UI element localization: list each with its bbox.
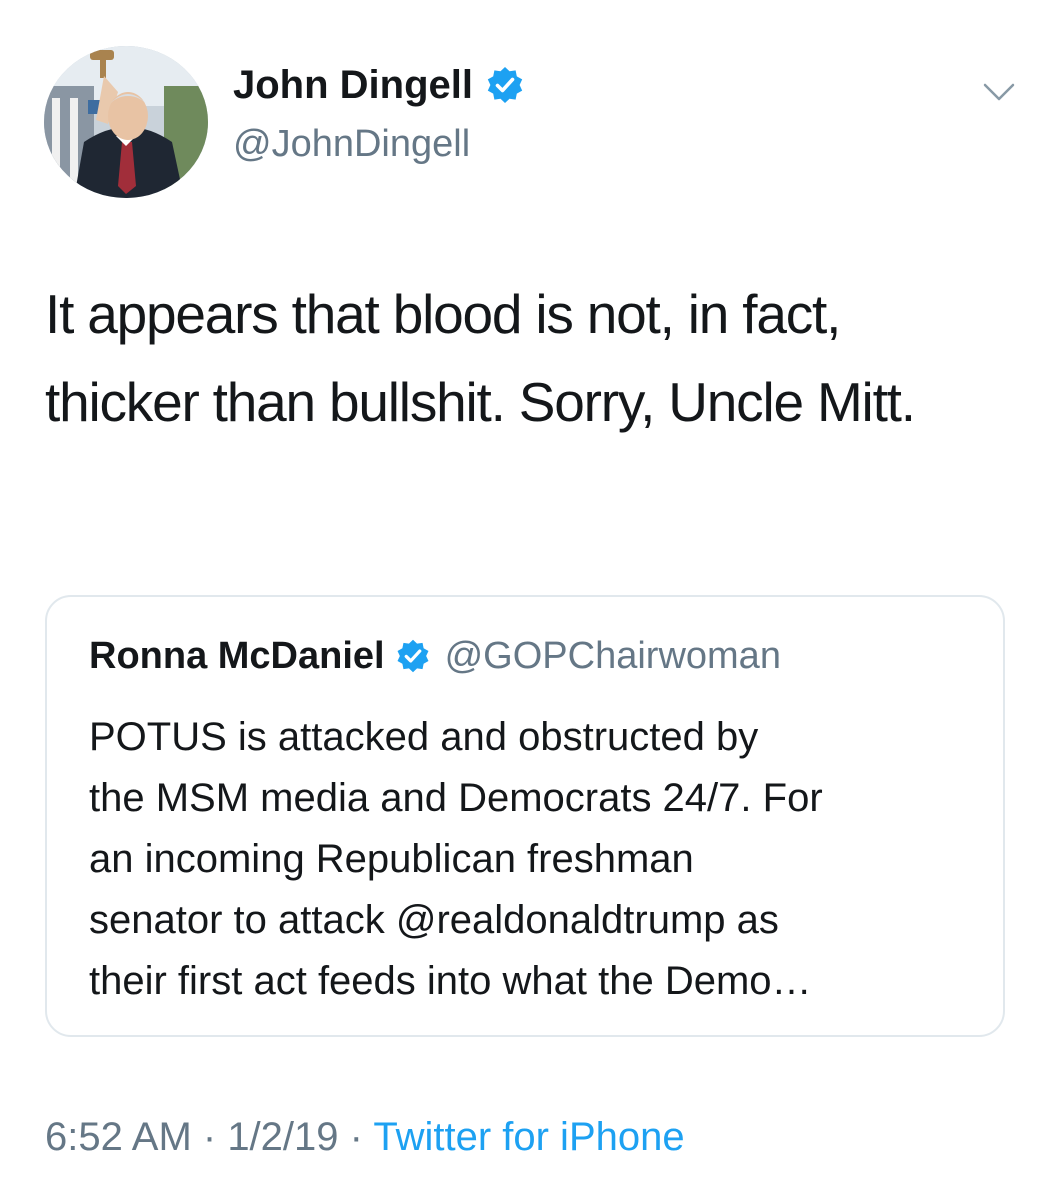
verified-badge-icon [395, 638, 431, 674]
author-handle[interactable]: @JohnDingell [233, 120, 470, 168]
quoted-tweet-text: POTUS is attacked and obstructed by the … [89, 715, 823, 1003]
quoted-author-handle: @GOPChairwoman [444, 635, 781, 677]
tweet: John Dingell @JohnDingell It appears tha… [0, 0, 1053, 1200]
quoted-author-name: Ronna McDaniel [89, 635, 385, 677]
author-name[interactable]: John Dingell [233, 60, 473, 110]
tweet-date: 1/2/19 [227, 1115, 339, 1159]
chevron-down-icon[interactable] [982, 80, 1016, 104]
author-name-row[interactable]: John Dingell [233, 60, 525, 110]
meta-separator: · [191, 1115, 228, 1159]
quoted-tweet-header: Ronna McDaniel @GOPChairwoman [89, 631, 781, 681]
quoted-tweet[interactable]: Ronna McDaniel @GOPChairwoman POTUS is a… [45, 595, 1005, 1037]
meta-separator: · [338, 1115, 374, 1159]
tweet-source-link[interactable]: Twitter for iPhone [373, 1115, 684, 1159]
tweet-meta: 6:52 AM · 1/2/19 · Twitter for iPhone [45, 1112, 685, 1162]
tweet-time: 6:52 AM [45, 1115, 192, 1159]
verified-badge-icon [485, 65, 525, 105]
tweet-text: It appears that blood is not, in fact, t… [45, 283, 916, 433]
avatar[interactable] [44, 46, 208, 198]
